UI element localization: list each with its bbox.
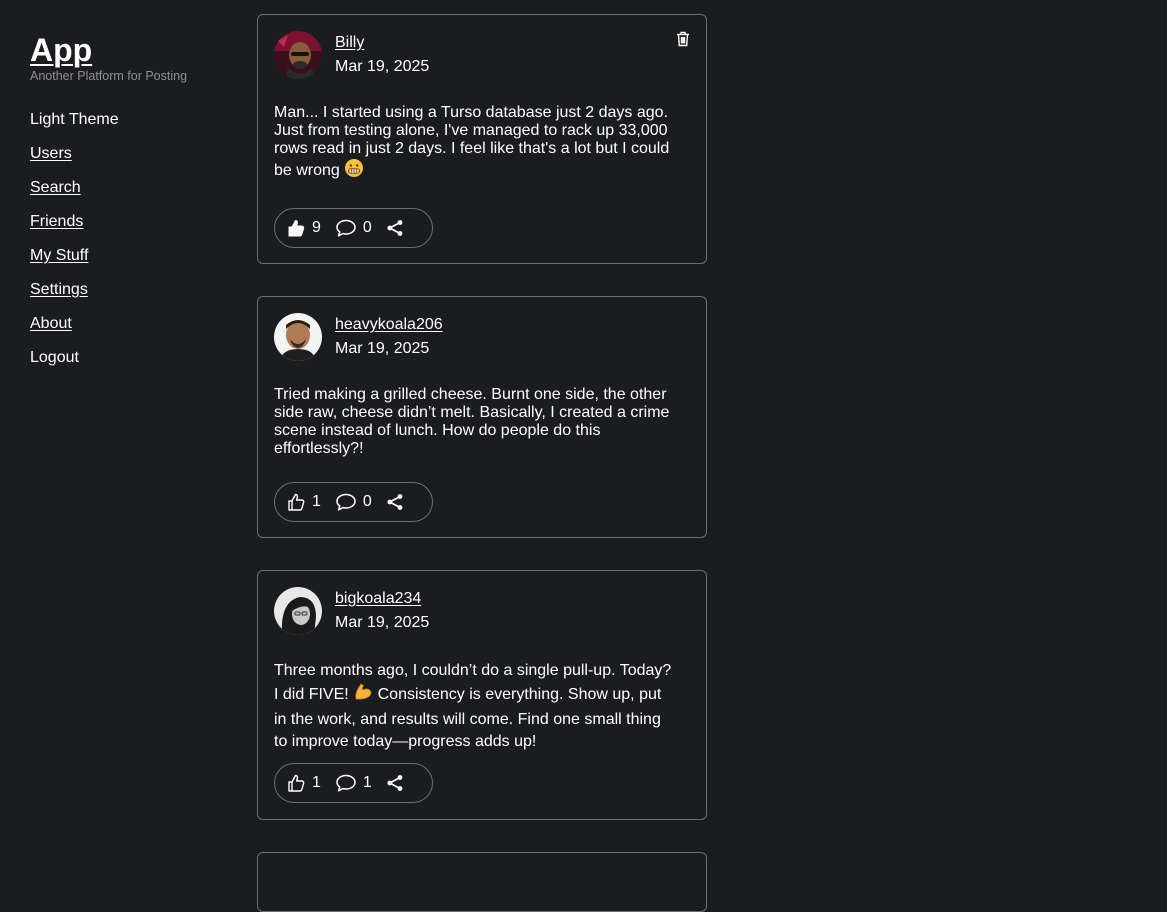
post-date: Mar 19, 2025 [335,58,430,75]
comment-button[interactable]: 1 [335,773,372,793]
like-count: 9 [312,219,321,236]
share-button[interactable] [386,493,404,511]
avatar[interactable] [274,31,322,79]
theme-toggle[interactable]: Light Theme [30,110,230,130]
post-body: Tried making a grilled cheese. Burnt one… [274,386,670,457]
share-button[interactable] [386,219,404,237]
post-card: bigkoala234 Mar 19, 2025 Three months ag… [257,570,707,820]
like-count: 1 [312,493,321,510]
comment-count: 1 [362,774,372,791]
like-button[interactable]: 9 [286,218,321,238]
speech-bubble-icon [335,773,357,793]
post-username[interactable]: bigkoala234 [335,590,421,608]
sidebar: App Another Platform for Posting Light T… [30,32,230,382]
post-date: Mar 19, 2025 [335,340,430,357]
like-button[interactable]: 1 [286,773,321,793]
post-body: Three months ago, I couldn’t do a single… [274,660,676,753]
nav-friends[interactable]: Friends [30,212,230,232]
post-date: Mar 19, 2025 [335,614,430,631]
trash-icon[interactable] [676,31,690,47]
post-card: Billy Mar 19, 2025 Man... I started usin… [257,14,707,264]
nav-search[interactable]: Search [30,178,230,198]
comment-button[interactable]: 0 [335,218,372,238]
nav-about[interactable]: About [30,314,230,334]
comment-count: 0 [362,493,372,510]
like-button[interactable]: 1 [286,492,321,512]
post-username[interactable]: heavykoala206 [335,316,443,334]
thumbs-up-icon [286,492,306,512]
nav-my-stuff[interactable]: My Stuff [30,246,230,266]
speech-bubble-icon [335,492,357,512]
post-card [257,852,707,912]
post-actions: 1 1 [274,763,433,803]
like-count: 1 [312,774,321,791]
logout-button[interactable]: Logout [30,348,230,368]
post-body-text: Man... I started using a Turso database … [274,104,670,179]
share-icon [386,493,404,511]
main-nav: Light Theme Users Search Friends My Stuf… [30,110,230,368]
flexed-biceps-icon [353,682,373,709]
thumbs-up-icon [286,773,306,793]
grimacing-face-icon [344,158,364,183]
avatar[interactable] [274,313,322,361]
speech-bubble-icon [335,218,357,238]
post-username[interactable]: Billy [335,34,364,52]
comment-button[interactable]: 0 [335,492,372,512]
post-card: heavykoala206 Mar 19, 2025 Tried making … [257,296,707,538]
share-icon [386,219,404,237]
comment-count: 0 [362,219,372,236]
nav-users[interactable]: Users [30,144,230,164]
post-body: Man... I started using a Turso database … [274,104,676,183]
post-actions: 9 0 [274,208,433,248]
post-actions: 1 0 [274,482,433,522]
nav-settings[interactable]: Settings [30,280,230,300]
thumbs-up-icon [286,218,306,238]
avatar[interactable] [274,587,322,635]
share-icon [386,774,404,792]
app-title[interactable]: App [30,32,92,68]
share-button[interactable] [386,774,404,792]
app-subtitle: Another Platform for Posting [30,69,188,83]
